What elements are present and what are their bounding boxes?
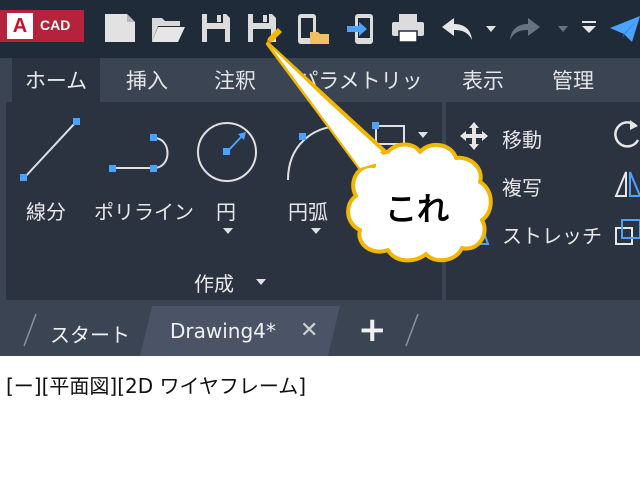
copy-label: 複写	[502, 176, 542, 200]
close-icon[interactable]: ✕	[300, 318, 318, 343]
polyline-label: ポリライン	[94, 200, 194, 224]
scale-icon[interactable]	[614, 216, 640, 248]
line-label: 線分	[26, 200, 66, 224]
draw-panel: 線分 ポリライン 円 円弧 作成	[6, 102, 442, 300]
arc-icon	[287, 125, 343, 181]
copy-icon	[473, 183, 487, 197]
draw-panel-title-text: 作成	[194, 272, 234, 296]
ribbon: 線分 ポリライン 円 円弧 作成 移動 複写 ストレッチ	[0, 102, 640, 300]
file-tab-bar: スタート Drawing4* ✕ +	[0, 300, 640, 356]
circle-icon	[197, 122, 257, 182]
save-icon[interactable]	[200, 12, 232, 44]
stretch-button[interactable]: ストレッチ	[458, 216, 608, 248]
stretch-label: ストレッチ	[502, 224, 602, 248]
circle-dropdown-icon[interactable]	[223, 228, 233, 234]
redo-icon[interactable]	[508, 16, 542, 42]
tab-annotate[interactable]: 注釈	[200, 58, 270, 102]
arc-button[interactable]: 円弧	[282, 116, 352, 246]
share-icon[interactable]	[608, 14, 640, 44]
undo-icon[interactable]	[440, 16, 474, 42]
tab-separator-end-icon	[405, 313, 419, 347]
move-button[interactable]: 移動	[458, 120, 608, 152]
polyline-icon	[109, 134, 169, 172]
rectangle-dropdown-icon[interactable]	[418, 132, 428, 138]
app-logo-text: CAD	[40, 17, 71, 33]
line-icon	[20, 118, 80, 181]
start-tab[interactable]: スタート	[50, 319, 130, 348]
drawing-tab-label: Drawing4*	[170, 319, 276, 343]
tab-manage[interactable]: 管理	[538, 58, 608, 102]
app-logo[interactable]: A CAD	[0, 10, 84, 42]
drawing-area[interactable]: [ー][平面図][2D ワイヤフレーム]	[0, 356, 640, 480]
undo-dropdown-icon[interactable]	[486, 26, 496, 32]
new-icon[interactable]	[103, 12, 137, 44]
open-from-web-icon[interactable]	[296, 12, 330, 46]
save-to-web-icon[interactable]	[345, 12, 377, 46]
viewport-controls[interactable]: [ー][平面図][2D ワイヤフレーム]	[6, 370, 306, 399]
rotate-icon[interactable]	[614, 118, 640, 150]
print-icon[interactable]	[390, 12, 426, 44]
arc-label: 円弧	[288, 200, 328, 224]
circle-button[interactable]: 円	[194, 116, 260, 246]
polyline-button[interactable]: ポリライン	[94, 116, 194, 226]
open-icon[interactable]	[150, 14, 186, 44]
stretch-icon	[472, 218, 490, 245]
draw-panel-title[interactable]: 作成	[194, 268, 266, 297]
save-as-icon[interactable]	[246, 12, 282, 46]
move-icon	[460, 122, 488, 150]
rectangle-button[interactable]	[370, 120, 434, 160]
tab-parametric[interactable]: パラメトリック	[290, 58, 430, 139]
modify-panel: 移動 複写 ストレッチ	[446, 102, 640, 300]
quick-access-toolbar: A CAD	[0, 0, 640, 58]
line-button[interactable]: 線分	[18, 116, 84, 226]
app-logo-letter: A	[7, 13, 33, 39]
draw-panel-expand-icon[interactable]	[256, 279, 266, 285]
arc-dropdown-icon[interactable]	[311, 228, 321, 234]
tab-home[interactable]: ホーム	[12, 58, 100, 102]
circle-label: 円	[216, 200, 236, 224]
drawing-tab[interactable]: Drawing4* ✕	[140, 306, 340, 356]
mirror-icon[interactable]	[614, 168, 640, 200]
customize-icon[interactable]	[580, 18, 598, 36]
tab-view[interactable]: 表示	[448, 58, 518, 102]
add-tab-icon[interactable]: +	[358, 310, 387, 350]
move-label: 移動	[502, 128, 542, 152]
ribbon-tab-bar: ホーム 挿入 注釈 パラメトリック 表示 管理	[0, 58, 640, 139]
tab-insert[interactable]: 挿入	[112, 58, 182, 102]
redo-dropdown-icon[interactable]	[558, 26, 568, 32]
rectangle-icon	[372, 122, 405, 145]
tab-separator-icon	[23, 313, 37, 347]
callout-text: これ	[385, 190, 450, 228]
copy-button[interactable]: 複写	[458, 168, 608, 200]
